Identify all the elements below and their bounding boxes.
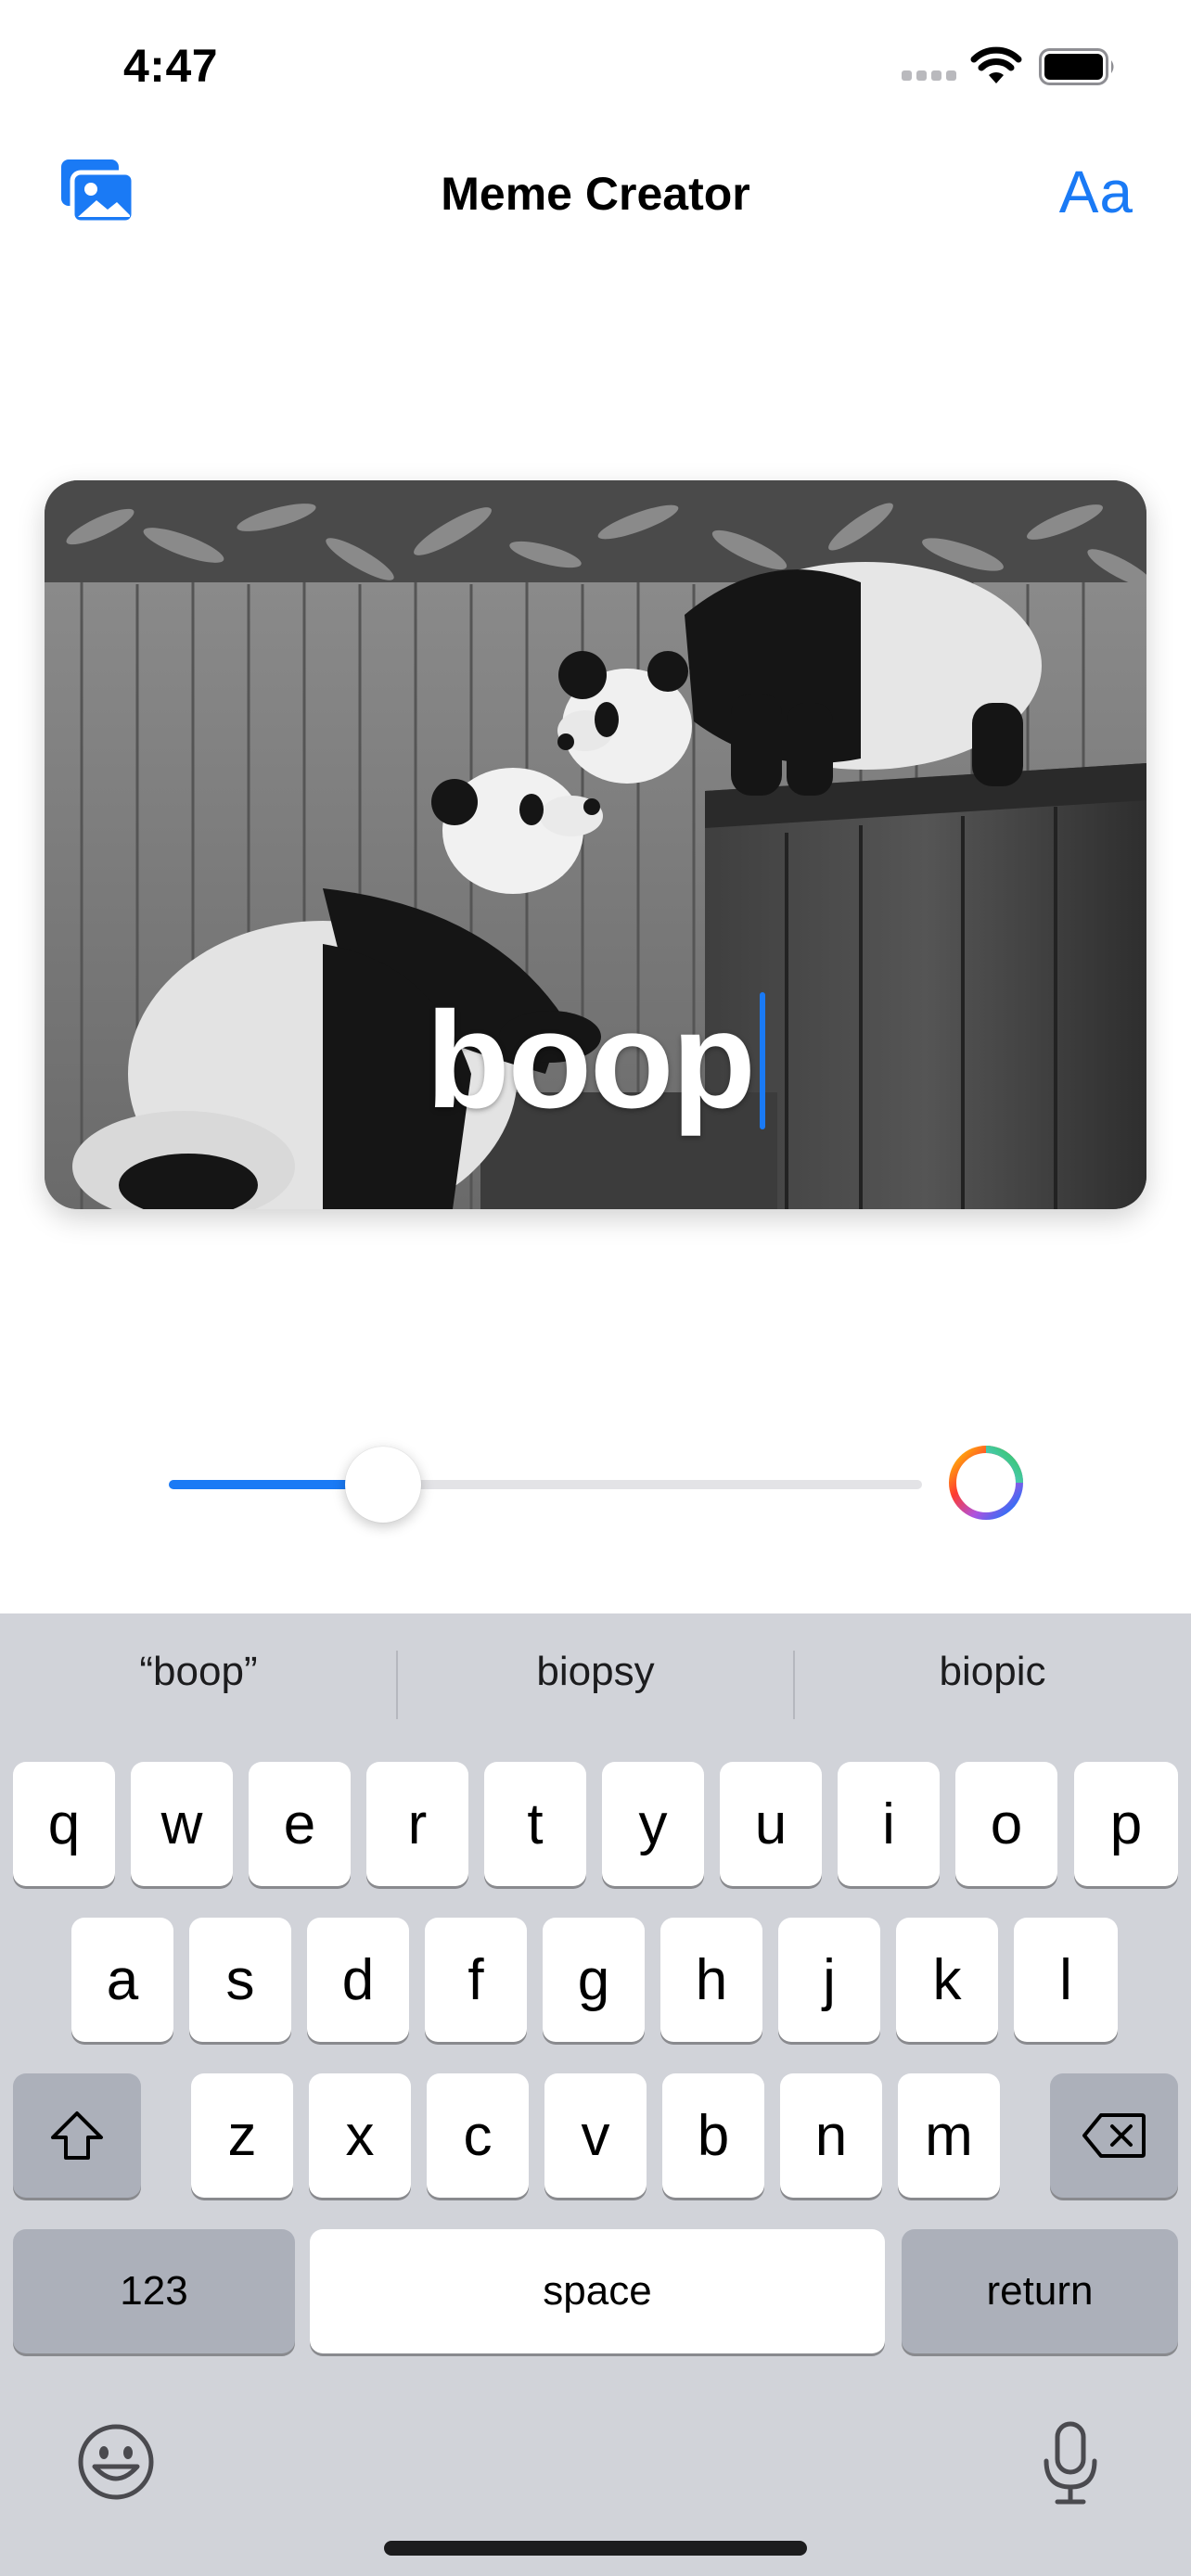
- suggestion-3[interactable]: biopic: [794, 1649, 1191, 1695]
- key-s[interactable]: s: [189, 1918, 291, 2042]
- color-picker-icon[interactable]: [946, 1443, 1026, 1523]
- microphone-icon[interactable]: [1041, 2420, 1100, 2506]
- emoji-icon[interactable]: [76, 2422, 156, 2502]
- key-r[interactable]: r: [366, 1762, 468, 1886]
- key-j[interactable]: j: [778, 1918, 880, 2042]
- key-f[interactable]: f: [425, 1918, 527, 2042]
- key-l[interactable]: l: [1014, 1918, 1118, 2042]
- numbers-key[interactable]: 123: [13, 2229, 295, 2353]
- key-e[interactable]: e: [249, 1762, 351, 1886]
- key-m[interactable]: m: [898, 2073, 1000, 2198]
- battery-icon: [1039, 48, 1114, 85]
- slider-fill: [169, 1480, 373, 1489]
- key-g[interactable]: g: [543, 1918, 645, 2042]
- keyboard: “boop” biopsy biopic q w e r t y u i o p…: [0, 1613, 1191, 2576]
- slider-thumb[interactable]: [345, 1447, 422, 1523]
- key-c[interactable]: c: [427, 2073, 529, 2198]
- shift-icon: [51, 2111, 103, 2160]
- key-b[interactable]: b: [662, 2073, 764, 2198]
- home-indicator: [384, 2541, 807, 2556]
- suggestion-bar: “boop” biopsy biopic: [0, 1613, 1191, 1751]
- delete-icon: [1082, 2113, 1146, 2158]
- key-a[interactable]: a: [71, 1918, 173, 2042]
- suggestion-1[interactable]: “boop”: [0, 1649, 397, 1695]
- status-bar: 4:47: [0, 0, 1191, 130]
- return-key[interactable]: return: [902, 2229, 1178, 2353]
- cellular-signal-icon: [902, 70, 957, 82]
- status-time: 4:47: [123, 40, 219, 92]
- navigation-bar: Meme Creator Aa: [0, 139, 1191, 250]
- font-button[interactable]: Aa: [1059, 158, 1133, 226]
- suggestion-2[interactable]: biopsy: [397, 1649, 794, 1695]
- key-y[interactable]: y: [602, 1762, 704, 1886]
- key-i[interactable]: i: [838, 1762, 940, 1886]
- key-k[interactable]: k: [896, 1918, 998, 2042]
- key-t[interactable]: t: [484, 1762, 586, 1886]
- key-d[interactable]: d: [307, 1918, 409, 2042]
- key-q[interactable]: q: [13, 1762, 115, 1886]
- key-p[interactable]: p: [1074, 1762, 1178, 1886]
- font-size-slider[interactable]: [169, 1447, 922, 1523]
- shift-key[interactable]: [13, 2073, 141, 2198]
- panda-photo: [45, 480, 1146, 1209]
- delete-key[interactable]: [1050, 2073, 1178, 2198]
- key-x[interactable]: x: [309, 2073, 411, 2198]
- key-z[interactable]: z: [191, 2073, 293, 2198]
- key-v[interactable]: v: [544, 2073, 647, 2198]
- space-key[interactable]: space: [310, 2229, 885, 2353]
- key-w[interactable]: w: [131, 1762, 233, 1886]
- key-u[interactable]: u: [720, 1762, 822, 1886]
- key-o[interactable]: o: [955, 1762, 1057, 1886]
- page-title: Meme Creator: [441, 168, 750, 220]
- key-n[interactable]: n: [780, 2073, 882, 2198]
- key-h[interactable]: h: [660, 1918, 762, 2042]
- wifi-icon: [970, 46, 1022, 83]
- meme-canvas[interactable]: boop: [45, 480, 1146, 1209]
